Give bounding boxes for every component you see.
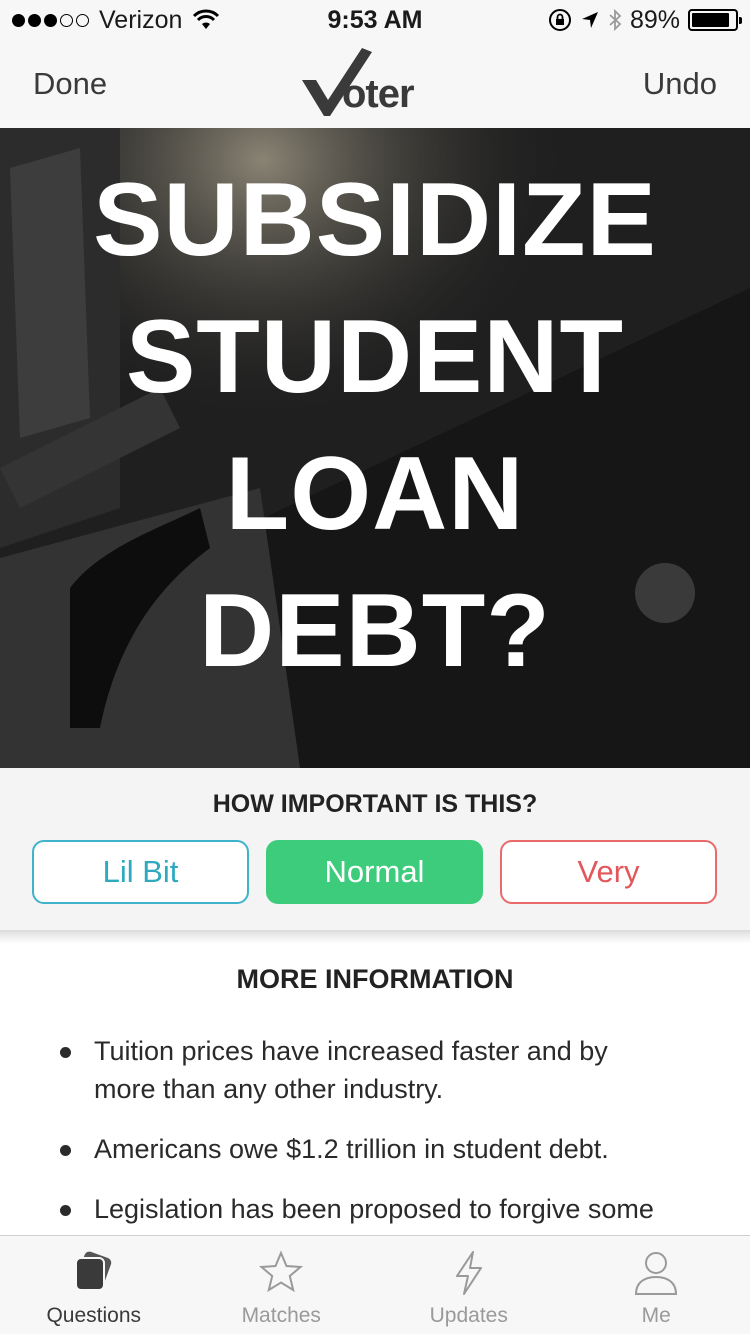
bullet-icon — [60, 1205, 71, 1216]
person-icon — [635, 1252, 678, 1295]
tab-updates[interactable]: Updates — [375, 1236, 563, 1334]
tab-label: Me — [641, 1304, 671, 1327]
bullet-icon — [60, 1047, 71, 1058]
battery-icon — [688, 9, 742, 31]
question-title: SUBSIDIZE STUDENT LOAN DEBT? — [0, 152, 750, 700]
logo-text: oter — [342, 72, 415, 116]
more-information-title: MORE INFORMATION — [236, 964, 514, 994]
battery-percent: 89% — [629, 5, 680, 34]
info-text: Tuition prices have increased faster and… — [94, 1036, 608, 1104]
lil-bit-button[interactable]: Lil Bit — [32, 840, 249, 904]
navigation-bar: Done oter Undo — [0, 40, 750, 128]
importance-title: HOW IMPORTANT IS THIS? — [212, 790, 538, 818]
done-button[interactable]: Done — [33, 66, 107, 102]
more-information-section[interactable]: MORE INFORMATION Tuition prices have inc… — [0, 944, 750, 1235]
bullet-icon — [60, 1145, 71, 1156]
tab-label: Questions — [46, 1304, 142, 1327]
tab-questions[interactable]: Questions — [0, 1236, 188, 1334]
voter-logo: oter — [300, 44, 440, 120]
normal-button[interactable]: Normal — [266, 840, 483, 904]
status-right: 89% — [548, 5, 742, 34]
undo-button[interactable]: Undo — [643, 66, 717, 102]
question-line: LOAN — [225, 436, 525, 552]
orientation-lock-icon — [548, 9, 571, 31]
list-item: Tuition prices have increased faster and… — [60, 1032, 660, 1108]
star-icon — [259, 1250, 304, 1293]
question-line: DEBT? — [199, 573, 551, 689]
lightning-icon — [455, 1251, 482, 1295]
list-item: Americans owe $1.2 trillion in student d… — [60, 1130, 660, 1168]
location-arrow-icon — [581, 12, 598, 28]
question-line: SUBSIDIZE — [93, 162, 657, 278]
question-line: STUDENT — [125, 299, 625, 415]
tab-me[interactable]: Me — [563, 1236, 750, 1334]
info-list: Tuition prices have increased faster and… — [60, 1032, 660, 1235]
very-button[interactable]: Very — [500, 840, 717, 904]
list-item: Legislation has been proposed to forgive… — [60, 1190, 660, 1235]
tab-label: Matches — [241, 1304, 321, 1327]
bluetooth-icon — [609, 8, 622, 32]
tab-matches[interactable]: Matches — [188, 1236, 376, 1334]
importance-panel: HOW IMPORTANT IS THIS? Lil Bit Normal Ve… — [0, 768, 750, 930]
tab-bar: Questions Matches Updates Me — [0, 1235, 750, 1334]
info-text: Americans owe $1.2 trillion in student d… — [94, 1134, 609, 1164]
questions-icon — [74, 1251, 111, 1291]
question-hero: SUBSIDIZE STUDENT LOAN DEBT? — [0, 128, 750, 768]
info-text: Legislation has been proposed to forgive… — [94, 1194, 654, 1235]
tab-label: Updates — [429, 1304, 508, 1327]
status-bar: Verizon 9:53 AM 89% — [0, 0, 750, 40]
panel-divider — [0, 930, 750, 944]
battery-fill — [692, 13, 730, 27]
